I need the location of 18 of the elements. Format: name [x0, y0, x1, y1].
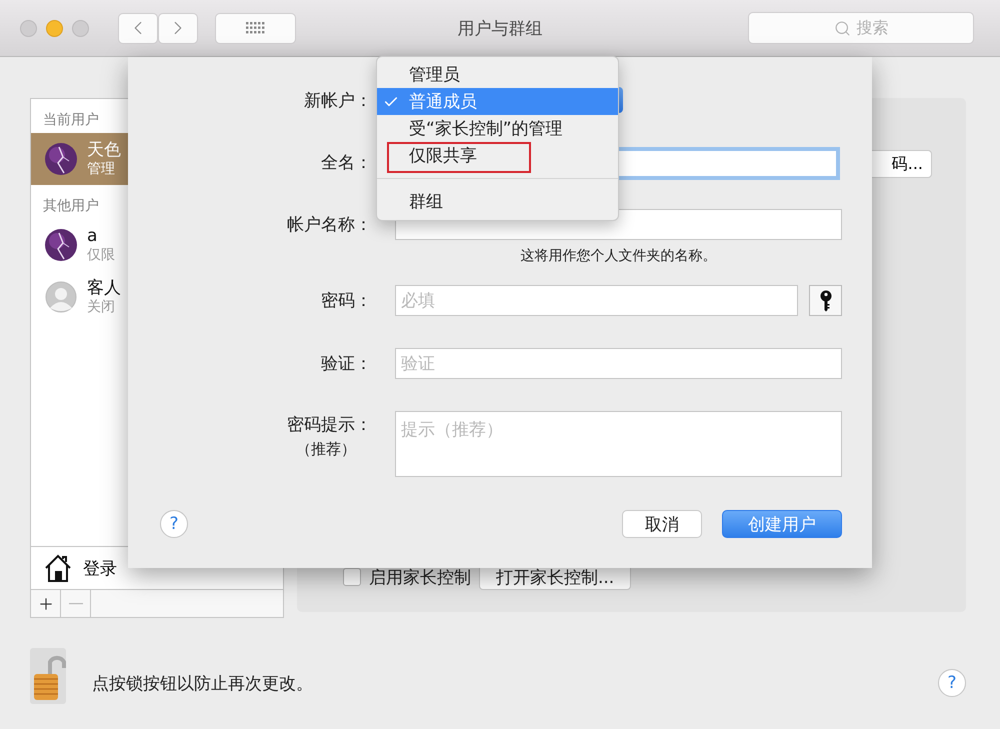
- field-label: 全名：: [320, 152, 372, 174]
- user-role: 管理: [87, 160, 116, 178]
- field-label: 新帐户：: [303, 90, 372, 112]
- user-name: 天色: [87, 140, 121, 160]
- user-name: a: [87, 226, 98, 246]
- field-label: 密码提示：: [286, 414, 372, 436]
- field-note: 这将用作您个人文件夹的名称。: [520, 247, 716, 265]
- field-label: 验证：: [320, 353, 372, 375]
- user-role: 关闭: [87, 298, 116, 316]
- user-role: 仅限: [87, 246, 115, 264]
- lock-message: 点按锁按钮以防止再次更改。: [92, 672, 313, 694]
- field-label: 密码：: [320, 290, 372, 312]
- section-heading: 其他用户: [42, 197, 100, 216]
- field-label: 帐户名称：: [286, 214, 372, 236]
- user-name: 客人: [87, 278, 121, 298]
- section-heading: 当前用户: [42, 111, 100, 130]
- field-sublabel: （推荐）: [295, 440, 357, 459]
- window-title: 用户与群组: [458, 18, 542, 38]
